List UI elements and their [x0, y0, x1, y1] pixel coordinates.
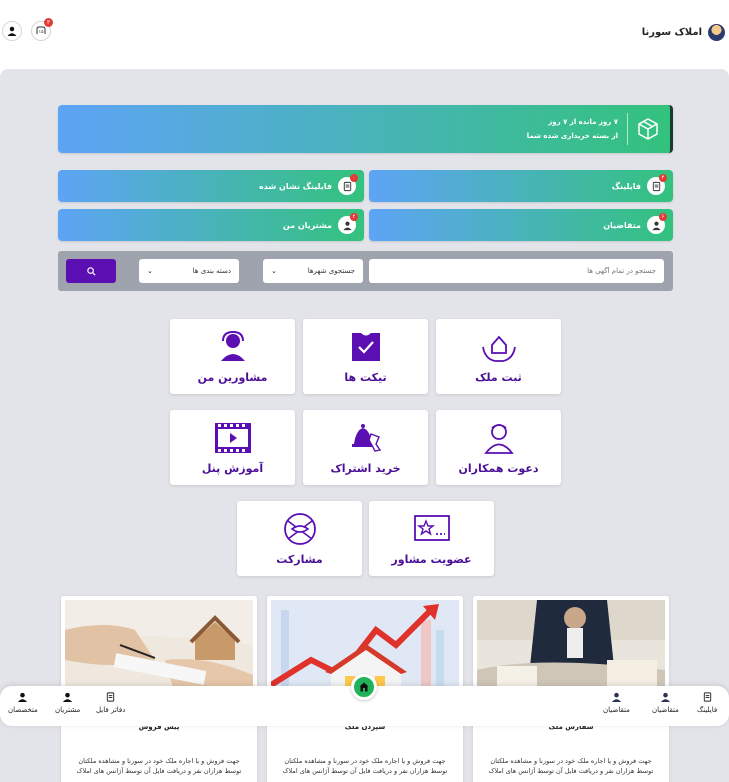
- stat-label: متقاضیان: [603, 220, 641, 230]
- card-description: جهت فروش و یا اجاره ملک خود در سورنا و م…: [282, 757, 448, 775]
- subscription-banner: ۷ روز مانده از ۷ روز از بسته خریداری شده…: [58, 105, 673, 153]
- star-card-icon: [413, 515, 450, 541]
- stat-badge: ۰: [350, 174, 358, 182]
- stat-filing[interactable]: ۴ فایلینگ: [369, 170, 673, 202]
- user-tie-icon: [660, 692, 671, 703]
- tile-label: دعوت همکاران: [458, 462, 539, 475]
- house-hands-icon: [481, 335, 516, 362]
- video-icon: [214, 423, 251, 453]
- bell-click-icon: [351, 424, 381, 452]
- tile-partnership[interactable]: مشارکت: [237, 501, 362, 576]
- tile-tickets[interactable]: تیکت ها: [303, 319, 428, 394]
- tile-label: مشارکت: [276, 553, 323, 566]
- nav-filing[interactable]: فایلینگ: [697, 691, 717, 714]
- stat-icon-wrap: ۰: [338, 174, 358, 195]
- home-button[interactable]: [351, 674, 377, 700]
- brand-name: املاک سورنا: [641, 27, 702, 38]
- notifications-button[interactable]: ۱۵ ۳: [31, 18, 53, 41]
- user-tie-icon: [651, 221, 661, 230]
- package-icon: [638, 118, 658, 140]
- tile-label: آموزش پنل: [201, 462, 264, 475]
- brand-logo-icon: [708, 24, 725, 41]
- tile-label: مشاورین من: [197, 371, 268, 384]
- user-icon: [7, 26, 17, 36]
- city-select-value: جستجوی شهرها: [307, 267, 355, 275]
- search-bar: جستجوی شهرها ⌄ دسته بندی ها ⌄: [58, 251, 673, 291]
- user-icon: [18, 692, 28, 703]
- stat-badge: ۴: [659, 174, 667, 182]
- home-icon: [359, 682, 369, 692]
- nav-applicants-1[interactable]: متقاضیان: [652, 691, 679, 714]
- tile-label: تیکت ها: [344, 371, 387, 384]
- stat-applicants[interactable]: ۶ متقاضیان: [369, 209, 673, 241]
- city-select[interactable]: جستجوی شهرها ⌄: [263, 259, 363, 283]
- nav-specialists[interactable]: متخصصان: [8, 691, 38, 714]
- stat-badge: ۴: [350, 213, 358, 221]
- search-input[interactable]: [369, 259, 664, 283]
- notification-badge: ۳: [44, 18, 53, 27]
- tile-panel-tutorial[interactable]: آموزش پنل: [170, 410, 295, 485]
- stat-icon-wrap: ۴: [338, 213, 358, 234]
- card-image: [65, 600, 253, 695]
- tile-my-consultants[interactable]: مشاورین من: [170, 319, 295, 394]
- document-icon: [652, 181, 660, 191]
- banner-line-2: از بسته خریداری شده شما: [526, 132, 618, 140]
- nav-label: متقاضیان: [652, 706, 679, 714]
- user-icon: [63, 692, 73, 703]
- stat-label: فایلینگ نشان شده: [259, 181, 332, 191]
- chevron-down-icon: ⌄: [147, 267, 153, 275]
- search-icon: [86, 266, 96, 276]
- stat-label: فایلینگ: [611, 181, 641, 191]
- banner-text: ۷ روز مانده از ۷ روز از بسته خریداری شده…: [527, 115, 618, 143]
- document-icon: [703, 692, 711, 702]
- top-bar: املاک سورنا ۱۵ ۳: [0, 0, 729, 64]
- tile-invite-colleagues[interactable]: دعوت همکاران: [436, 410, 561, 485]
- stat-icon-wrap: ۶: [647, 213, 667, 234]
- category-select-value: دسته بندی ها: [192, 267, 231, 275]
- card-description: جهت فروش و یا اجاره ملک خود در سورنا و م…: [488, 757, 654, 775]
- card-image: [477, 600, 665, 695]
- user-icon: [342, 221, 352, 230]
- stat-badge: ۶: [659, 213, 667, 221]
- chevron-down-icon: ⌄: [271, 267, 277, 275]
- handshake-icon: [283, 513, 316, 545]
- stat-label: مشتریان من: [282, 220, 332, 230]
- nav-label: متقاضیان: [603, 706, 630, 714]
- search-button[interactable]: [66, 259, 116, 283]
- profile-button[interactable]: [2, 21, 22, 41]
- document-icon: [107, 692, 115, 702]
- banner-line-1: ۷ روز مانده از ۷ روز: [548, 118, 618, 126]
- nav-customers[interactable]: مشتریان: [55, 691, 80, 714]
- nav-label: دفاتر فایل: [96, 706, 126, 714]
- svg-text:۱۵: ۱۵: [39, 30, 44, 35]
- headset-icon: [220, 330, 245, 361]
- card-description: جهت فروش و یا اجاره ملک خود در سورنا و م…: [76, 757, 242, 775]
- stat-icon-wrap: ۴: [647, 174, 667, 195]
- nav-applicants-2[interactable]: متقاضیان: [603, 691, 630, 714]
- ticket-icon: [351, 333, 380, 361]
- banner-divider: [627, 113, 628, 145]
- category-select[interactable]: دسته بندی ها ⌄: [139, 259, 239, 283]
- nav-label: مشتریان: [55, 706, 81, 714]
- document-icon: [343, 181, 351, 191]
- nav-label: فایلینگ: [697, 706, 718, 714]
- tile-label: خرید اشتراک: [330, 462, 401, 475]
- stat-bookmarked-filing[interactable]: ۰ فایلینگ نشان شده: [58, 170, 364, 202]
- stat-my-customers[interactable]: ۴ مشتریان من: [58, 209, 364, 241]
- notification-icon: ۱۵: [36, 26, 46, 35]
- tile-register-property[interactable]: ثبت ملک: [436, 319, 561, 394]
- nav-label: متخصصان: [8, 706, 38, 714]
- tile-label: عضویت مشاور: [391, 553, 472, 566]
- brand[interactable]: املاک سورنا: [642, 24, 725, 41]
- user-tie-icon: [611, 692, 622, 703]
- nav-file-offices[interactable]: دفاتر فایل: [96, 691, 125, 714]
- tile-consultant-membership[interactable]: عضویت مشاور: [369, 501, 494, 576]
- invite-user-icon: [483, 424, 514, 454]
- tile-buy-subscription[interactable]: خرید اشتراک: [303, 410, 428, 485]
- tile-label: ثبت ملک: [475, 371, 522, 384]
